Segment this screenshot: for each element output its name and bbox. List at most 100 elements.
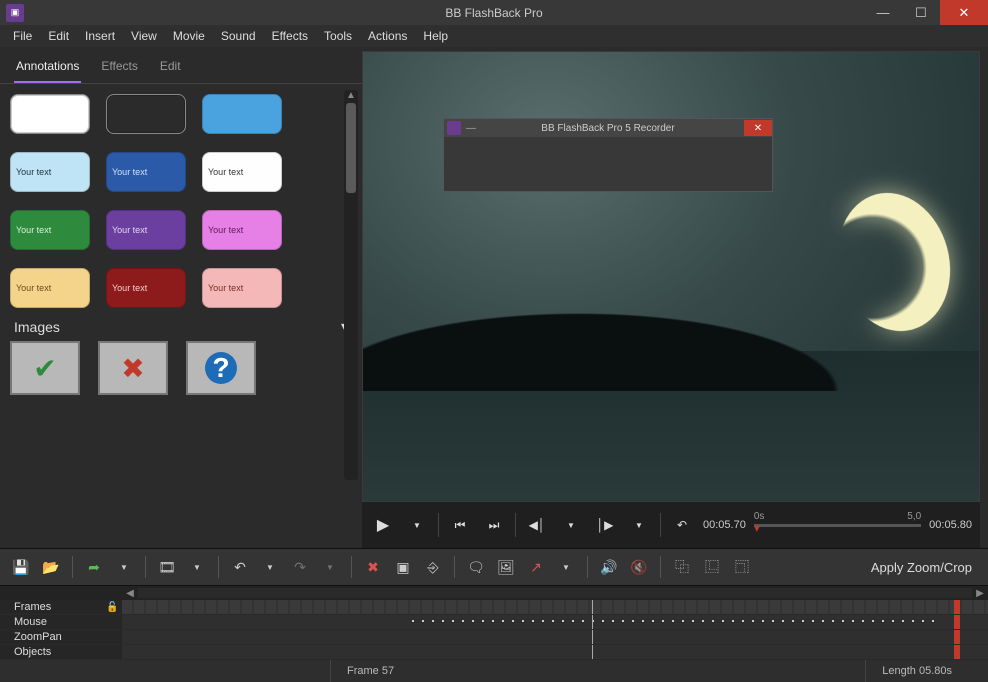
window-button[interactable]: ⿹ [729,554,755,580]
crop-button[interactable]: ⿻ [669,554,695,580]
maximize-button[interactable]: ☐ [902,0,940,25]
menu-edit[interactable]: Edit [41,27,76,45]
track-objects[interactable]: Objects [0,645,988,660]
recorder-title: BB FlashBack Pro 5 Recorder [541,123,674,134]
redo-dropdown[interactable]: ▼ [317,554,343,580]
menu-tools[interactable]: Tools [317,27,359,45]
film-dropdown[interactable]: ▼ [184,554,210,580]
scrollbar[interactable]: ▲ [344,90,358,480]
side-tabs: Annotations Effects Edit [0,47,362,84]
save-button[interactable]: 💾 [8,554,34,580]
skip-start-button[interactable]: ⏮ [447,512,473,538]
side-tab-annotations[interactable]: Annotations [14,55,81,83]
crop-frame-button[interactable]: ▣ [390,554,416,580]
delete-button[interactable]: ✖ [360,554,386,580]
lock-icon[interactable]: 🔓 [106,600,122,614]
track-zoompan[interactable]: ZoomPan [0,630,988,645]
menu-movie[interactable]: Movie [166,27,212,45]
menu-view[interactable]: View [124,27,164,45]
menu-effects[interactable]: Effects [265,27,315,45]
play-button[interactable]: ▶ [370,512,396,538]
preview-panel: BB FlashBack Pro 5 Recorder — ✕ ▶ ▼ ⏮ ⏭ … [362,47,988,548]
annotation-bubble-0[interactable] [10,94,90,134]
menu-insert[interactable]: Insert [78,27,122,45]
menu-file[interactable]: File [6,27,39,45]
timeline-tracks: Frames🔓MouseZoomPanObjects [0,600,988,660]
copy-button[interactable]: ⿺ [699,554,725,580]
window-title: BB FlashBack Pro [445,6,542,20]
open-button[interactable]: 📂 [38,554,64,580]
annotation-bubble-2[interactable] [202,94,282,134]
current-time: 00:05.70 [703,519,746,531]
annotation-bubble-7[interactable]: Your text [106,210,186,250]
scrollbar-thumb[interactable] [346,103,356,193]
image-button[interactable]: 🖼 [493,554,519,580]
embedded-recorder-window: BB FlashBack Pro 5 Recorder — ✕ [443,118,773,192]
lock-icon[interactable] [106,630,122,644]
track-frames[interactable]: Frames🔓 [0,600,988,615]
ruler-left-arrow[interactable]: ◀ [122,588,138,599]
step-forward-button[interactable]: │▶ [592,512,618,538]
time-slider[interactable]: 0s 5,0 ▾ [754,509,921,541]
lock-icon[interactable] [106,615,122,629]
annotation-bubble-8[interactable]: Your text [202,210,282,250]
lock-icon[interactable] [106,645,122,659]
split-button[interactable]: ⎆ [420,554,446,580]
images-section-header[interactable]: Images ▾ [10,308,352,341]
recorder-icon [447,121,461,135]
step-back-button[interactable]: ◀│ [524,512,550,538]
redo-button[interactable]: ↷ [287,554,313,580]
annotation-bubble-4[interactable]: Your text [106,152,186,192]
apply-zoom-crop-button[interactable]: Apply Zoom/Crop [863,560,980,575]
app-icon: ▣ [6,4,24,22]
annotation-bubble-1[interactable] [106,94,186,134]
track-body[interactable] [122,600,988,614]
sound-mute-button[interactable]: 🔇 [626,554,652,580]
track-body[interactable] [122,615,988,629]
skip-end-button[interactable]: ⏭ [481,512,507,538]
share-button[interactable]: ➦ [81,554,107,580]
undo-button[interactable]: ↶ [227,554,253,580]
track-body[interactable] [122,630,988,644]
annotation-bubble-9[interactable]: Your text [10,268,90,308]
loop-button[interactable]: ↶ [669,512,695,538]
slider-end-label: 5,0 [907,511,921,522]
sound-add-button[interactable]: 🔊 [596,554,622,580]
annotation-bubble-10[interactable]: Your text [106,268,186,308]
annotation-bubble-11[interactable]: Your text [202,268,282,308]
recorder-minimize[interactable]: — [461,123,481,134]
annotation-bubble-5[interactable]: Your text [202,152,282,192]
check-icon[interactable]: ✔ [10,341,80,395]
question-icon[interactable]: ? [186,341,256,395]
menu-sound[interactable]: Sound [214,27,263,45]
step-back-dropdown[interactable]: ▼ [558,512,584,538]
share-dropdown[interactable]: ▼ [111,554,137,580]
undo-dropdown[interactable]: ▼ [257,554,283,580]
minimize-button[interactable]: — [864,0,902,25]
ruler-right-arrow[interactable]: ▶ [972,588,988,599]
film-button[interactable]: 🎞 [154,554,180,580]
menu-help[interactable]: Help [416,27,455,45]
track-mouse[interactable]: Mouse [0,615,988,630]
track-label: Mouse [0,615,106,629]
close-button[interactable]: ✕ [940,0,988,25]
total-time: 00:05.80 [929,519,972,531]
side-tab-edit[interactable]: Edit [158,55,183,83]
track-body[interactable] [122,645,988,659]
play-dropdown[interactable]: ▼ [404,512,430,538]
annotation-bubble-6[interactable]: Your text [10,210,90,250]
toolbar: 💾 📂 ➦ ▼ 🎞 ▼ ↶ ▼ ↷ ▼ ✖ ▣ ⎆ 🗨 🖼 ↗ ▼ 🔊 🔇 ⿻ … [0,548,988,586]
timeline-ruler[interactable]: ◀ ▶ [0,586,988,600]
arrow-button[interactable]: ↗ [523,554,549,580]
side-tab-effects[interactable]: Effects [99,55,139,83]
arrow-dropdown[interactable]: ▼ [553,554,579,580]
recorder-close[interactable]: ✕ [744,120,772,136]
video-preview[interactable]: BB FlashBack Pro 5 Recorder — ✕ [362,51,980,502]
textbox-button[interactable]: 🗨 [463,554,489,580]
menu-actions[interactable]: Actions [361,27,414,45]
annotation-bubble-3[interactable]: Your text [10,152,90,192]
slider-handle[interactable]: ▾ [754,521,760,535]
step-forward-dropdown[interactable]: ▼ [626,512,652,538]
cross-icon[interactable]: ✖ [98,341,168,395]
images-section-label: Images [14,319,60,335]
